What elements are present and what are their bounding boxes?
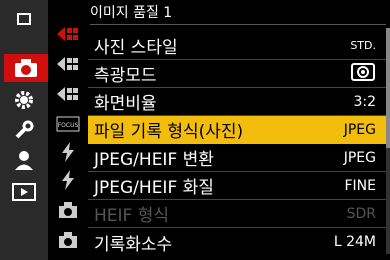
tab-custom[interactable] xyxy=(6,86,42,114)
gear-icon xyxy=(15,91,33,109)
tab-my-menu[interactable] xyxy=(6,4,42,32)
menu-item-label: 기록화소수 xyxy=(94,234,173,255)
playback-icon xyxy=(12,183,36,201)
camera-icon xyxy=(59,202,77,218)
menu-item-value: FINE xyxy=(344,177,377,194)
my-menu-icon xyxy=(17,13,31,25)
menu-item-heif-format: HEIF 형식 SDR xyxy=(88,200,386,228)
menu-item-label: 사진 스타일 xyxy=(94,38,178,58)
image-quality-icon xyxy=(57,87,78,101)
menu-item-label: 파일 기록 형식(사진) xyxy=(94,122,244,142)
menu-item-label: HEIF 형식 xyxy=(94,206,170,226)
scrollbar[interactable] xyxy=(386,28,390,254)
menu-item-label: 측광모드 xyxy=(94,66,157,86)
scrollbar-thumb[interactable] xyxy=(386,28,390,148)
menu-item-label: 화면비율 xyxy=(94,94,157,114)
image-quality-icon xyxy=(57,57,78,71)
flash-icon xyxy=(62,170,74,190)
sub-page-other-1[interactable] xyxy=(53,198,83,222)
focus-icon: FOCUS xyxy=(56,116,80,132)
menu-item-file-format[interactable]: 파일 기록 형식(사진) JPEG xyxy=(88,116,386,144)
sub-page-flash-2[interactable] xyxy=(53,168,83,192)
sub-page-focus[interactable]: FOCUS xyxy=(53,112,83,136)
menu-item-photo-style[interactable]: 사진 스타일 STD. xyxy=(88,32,386,60)
page-title: 이미지 품질 1 xyxy=(90,2,386,25)
menu-item-value: JPEG xyxy=(343,121,376,138)
menu-item-aspect-ratio[interactable]: 화면비율 3:2 xyxy=(88,88,386,116)
camera-icon xyxy=(59,232,77,248)
menu-item-picture-size[interactable]: 기록화소수 L 24M xyxy=(88,228,386,256)
sub-page-other-2[interactable] xyxy=(53,228,83,252)
menu-item-value: JPEG xyxy=(343,149,376,166)
tab-photo[interactable] xyxy=(4,54,48,82)
tab-my-menu-user[interactable] xyxy=(6,146,42,174)
menu-item-value: SDR xyxy=(346,205,376,222)
menu-item-metering-mode[interactable]: 측광모드 xyxy=(88,60,386,88)
tab-playback[interactable] xyxy=(6,178,42,206)
menu-item-jpeg-heif-quality[interactable]: JPEG/HEIF 화질 FINE xyxy=(88,172,386,200)
camera-icon xyxy=(15,59,37,77)
flash-icon xyxy=(62,142,74,162)
menu-item-value: 3:2 xyxy=(353,93,376,110)
menu-item-jpeg-heif-switch[interactable]: JPEG/HEIF 변환 JPEG xyxy=(88,144,386,172)
metering-icon xyxy=(350,62,376,86)
sub-page-image-quality-2[interactable] xyxy=(53,52,83,76)
svg-text:FOCUS: FOCUS xyxy=(58,122,79,129)
sub-page-column: FOCUS xyxy=(53,0,83,260)
menu-item-value: L 24M xyxy=(333,234,376,250)
person-icon xyxy=(15,151,33,170)
sub-page-image-quality-3[interactable] xyxy=(53,82,83,106)
tab-setup[interactable] xyxy=(6,116,42,144)
wrench-icon xyxy=(15,120,34,139)
menu-item-label: JPEG/HEIF 화질 xyxy=(94,178,214,198)
image-quality-icon xyxy=(57,27,78,41)
menu-item-label: JPEG/HEIF 변환 xyxy=(94,150,214,170)
menu-item-value: STD. xyxy=(350,39,376,52)
sub-page-flash-1[interactable] xyxy=(53,140,83,164)
sub-page-image-quality-1[interactable] xyxy=(53,22,83,46)
